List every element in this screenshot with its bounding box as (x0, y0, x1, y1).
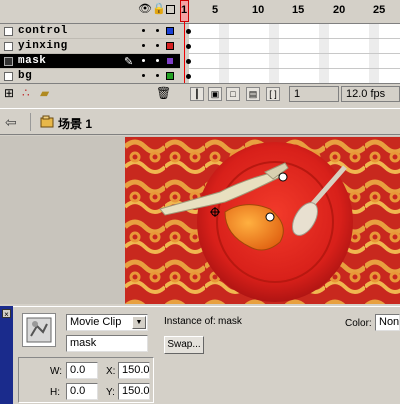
instance-of-label: Instance of: (164, 316, 216, 327)
lock-dot[interactable] (156, 29, 159, 32)
trash-icon[interactable]: 🗑 (156, 86, 171, 100)
stage-canvas[interactable] (125, 137, 400, 304)
layer-icon (4, 72, 13, 81)
color-effect-select[interactable]: None (375, 314, 400, 331)
layer-row-control[interactable]: control (0, 24, 180, 39)
y-field[interactable]: 150.0 (118, 383, 150, 400)
frame-number: 10 (252, 4, 265, 16)
pencil-icon: ✎ (124, 56, 134, 68)
keyframe[interactable] (186, 74, 191, 79)
eye-icon[interactable]: 👁 (138, 4, 152, 15)
outline-icon[interactable] (166, 5, 175, 14)
visibility-dot[interactable] (142, 74, 145, 77)
x-field[interactable]: 150.0 (118, 362, 150, 379)
keyframe[interactable] (186, 44, 191, 49)
y-label: Y: (106, 387, 115, 398)
current-frame-field: 1 (289, 86, 339, 102)
layer-icon (4, 42, 13, 51)
onion-markers-icon[interactable]: [ ] (266, 87, 280, 101)
visibility-dot[interactable] (142, 44, 145, 47)
edit-multiple-icon[interactable]: ▤ (246, 87, 260, 101)
layer-icon (4, 27, 13, 36)
outline-color-swatch[interactable] (166, 72, 174, 80)
lock-dot[interactable] (156, 74, 159, 77)
keyframe[interactable] (186, 29, 191, 34)
onion-skin-icon[interactable]: ▣ (208, 87, 222, 101)
symbol-type-value: Movie Clip (70, 316, 122, 328)
layer-name: mask (18, 55, 47, 67)
timeline-footer: ⊞ ∴ ▰ 🗑 ┃ ▣ □ ▤ [ ] 1 12.0 fps (0, 83, 400, 103)
registration-point[interactable] (278, 172, 288, 182)
symbol-type-select[interactable]: Movie Clip ▼ (66, 314, 148, 331)
lock-dot[interactable] (156, 59, 159, 62)
onion-outline-icon[interactable]: □ (226, 87, 240, 101)
collapse-icon[interactable]: × (2, 309, 11, 319)
swap-button[interactable]: Swap... (164, 336, 204, 354)
outline-color-swatch[interactable] (166, 27, 174, 35)
timeline-panel: 👁 🔒 5 10 15 20 25 1 control yinxing mask… (0, 0, 400, 103)
center-frame-icon[interactable]: ┃ (190, 87, 204, 101)
outline-color-swatch[interactable] (166, 57, 174, 65)
visibility-dot[interactable] (142, 59, 145, 62)
add-guide-icon[interactable]: ∴ (22, 86, 30, 100)
keyframe[interactable] (186, 59, 191, 64)
scene-icon (40, 115, 54, 128)
scene-label[interactable]: 场景 1 (58, 115, 92, 132)
width-label: W: (50, 366, 63, 377)
transform-point[interactable] (265, 212, 275, 222)
frame-rate-field[interactable]: 12.0 fps (341, 86, 400, 102)
height-label: H: (50, 387, 60, 398)
layer-row-bg[interactable]: bg (0, 69, 180, 84)
instance-name-field[interactable]: mask (66, 335, 148, 352)
lock-dot[interactable] (156, 44, 159, 47)
divider (30, 113, 31, 131)
color-label: Color: (345, 318, 372, 329)
layer-name: control (18, 25, 68, 37)
frames-grid[interactable] (186, 24, 400, 84)
timeline-header: 👁 🔒 5 10 15 20 25 (0, 0, 400, 24)
playhead-frame-number: 1 (181, 4, 188, 16)
layer-name: yinxing (18, 40, 68, 52)
instance-of-value: mask (218, 316, 242, 327)
add-layer-icon[interactable]: ⊞ (4, 86, 14, 100)
scene-bar: ⇦ 场景 1 (0, 108, 400, 135)
height-field[interactable]: 0.0 (66, 383, 98, 400)
layer-row-mask[interactable]: mask ✎ (0, 54, 180, 69)
dropdown-arrow-icon[interactable]: ▼ (132, 316, 146, 329)
symbol-icon (22, 313, 56, 347)
stage-image (125, 137, 400, 304)
frame-number: 20 (333, 4, 346, 16)
properties-titlebar (0, 306, 13, 404)
outline-color-swatch[interactable] (166, 42, 174, 50)
layer-row-yinxing[interactable]: yinxing (0, 39, 180, 54)
x-label: X: (106, 366, 116, 377)
visibility-dot[interactable] (142, 29, 145, 32)
add-folder-icon[interactable]: ▰ (40, 86, 49, 100)
back-arrow-icon[interactable]: ⇦ (5, 114, 17, 131)
layer-name: bg (18, 70, 33, 82)
lock-icon[interactable]: 🔒 (152, 4, 166, 15)
frame-number: 5 (212, 4, 219, 16)
width-field[interactable]: 0.0 (66, 362, 98, 379)
layer-icon (4, 57, 13, 66)
frame-number: 15 (292, 4, 305, 16)
frame-number: 25 (373, 4, 386, 16)
